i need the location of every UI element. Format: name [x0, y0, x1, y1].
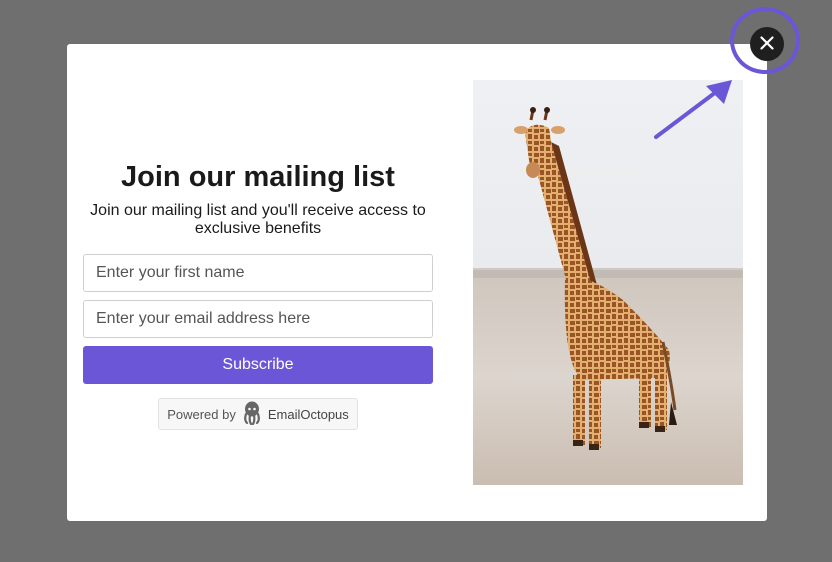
- powered-by-label: Powered by: [167, 406, 236, 422]
- subscribe-button[interactable]: Subscribe: [83, 346, 433, 384]
- arrow-icon: [650, 74, 740, 149]
- powered-by-brand: EmailOctopus: [267, 406, 349, 422]
- close-icon: [760, 35, 774, 53]
- popup-title: Join our mailing list: [121, 161, 395, 193]
- email-input[interactable]: [83, 300, 433, 338]
- first-name-input[interactable]: [83, 254, 433, 292]
- popup-subtitle: Join our mailing list and you'll receive…: [90, 202, 426, 237]
- powered-by-badge[interactable]: Powered by EmailOctopus: [158, 398, 358, 430]
- octopus-icon: [242, 401, 262, 428]
- signup-form: Join our mailing list Join our mailing l…: [83, 160, 433, 430]
- close-button[interactable]: [750, 27, 784, 61]
